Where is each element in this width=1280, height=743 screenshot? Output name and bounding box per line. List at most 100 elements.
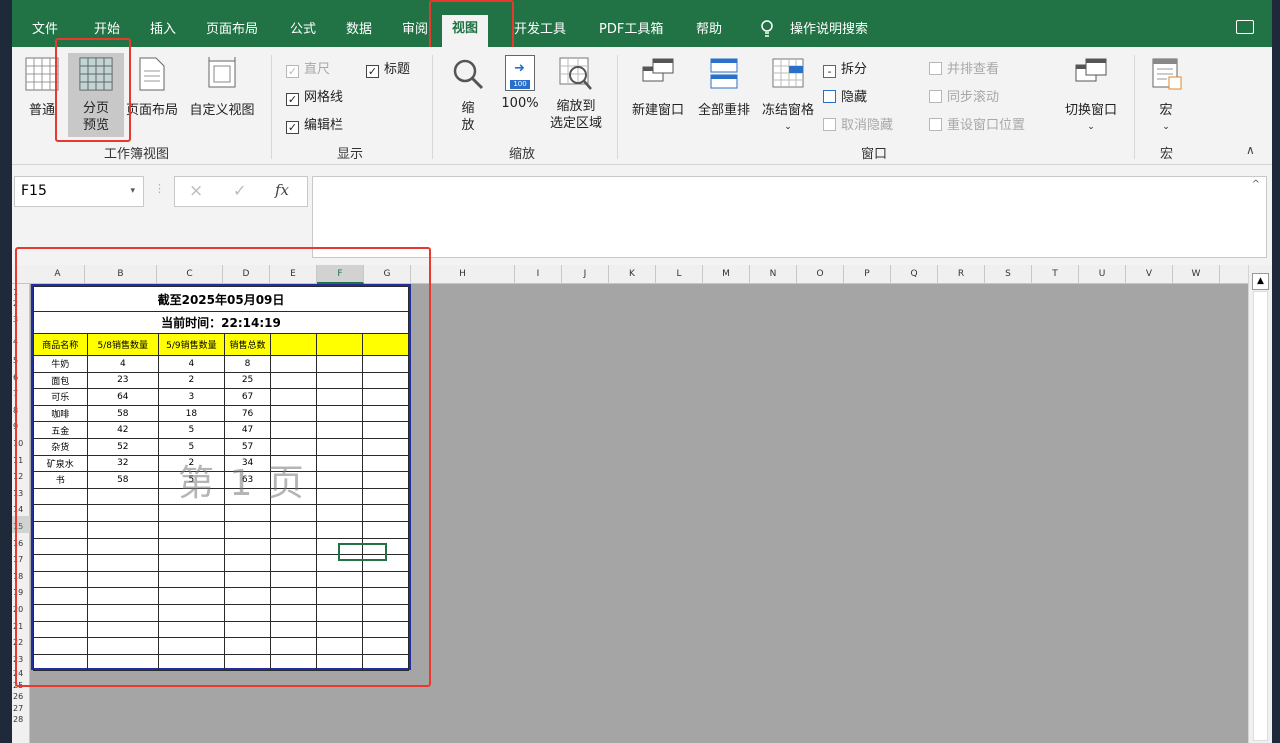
qty-5-8-cell[interactable]: 32 [86, 454, 160, 473]
tab-view[interactable]: 视图 [442, 15, 489, 47]
time-cell[interactable]: 当前时间：22:14:19 [33, 311, 409, 334]
cell[interactable] [33, 653, 88, 672]
cell[interactable] [223, 653, 272, 672]
total-cell[interactable]: 63 [223, 471, 272, 489]
cell[interactable] [316, 388, 364, 406]
cell[interactable] [86, 653, 160, 672]
cell[interactable] [270, 587, 318, 605]
active-cell-F15[interactable] [338, 543, 387, 561]
macros-button[interactable]: 宏 ⌄ [1144, 57, 1188, 136]
product-name-cell[interactable]: 杂货 [33, 437, 88, 456]
column-header-i[interactable]: I [515, 265, 562, 284]
qty-5-9-cell[interactable]: 2 [158, 454, 225, 473]
arrange-all-button[interactable]: 全部重排 [692, 57, 756, 119]
cell[interactable] [270, 603, 318, 622]
formula-input[interactable]: ^ [312, 176, 1267, 258]
cell[interactable] [86, 620, 160, 639]
row-header-6[interactable]: 6 [12, 367, 30, 384]
column-header-r[interactable]: R [938, 265, 985, 284]
column-header-o[interactable]: O [797, 265, 844, 284]
cell[interactable] [33, 603, 88, 622]
tab-pdf-tools[interactable]: PDF工具箱 [599, 20, 663, 40]
row-header-7[interactable]: 7 [12, 383, 30, 400]
cell[interactable] [316, 355, 364, 373]
cell[interactable] [362, 487, 409, 506]
column-header-s[interactable]: S [985, 265, 1032, 284]
row-header-28[interactable]: 28 [12, 711, 30, 723]
cell[interactable] [158, 570, 225, 589]
product-name-cell[interactable]: 可乐 [33, 388, 88, 406]
qty-5-8-cell[interactable]: 58 [86, 471, 160, 489]
qty-5-9-cell[interactable]: 2 [158, 371, 225, 390]
tab-data[interactable]: 数据 [346, 20, 372, 40]
normal-view-button[interactable]: 普通 [22, 57, 62, 119]
qty-5-9-cell[interactable]: 5 [158, 437, 225, 456]
cell[interactable] [158, 537, 225, 556]
cell[interactable] [362, 653, 409, 672]
title-cell[interactable]: 截至2025年05月09日 [33, 286, 409, 312]
tab-file[interactable]: 文件 [32, 20, 58, 40]
row-header-23[interactable]: 23 [12, 649, 30, 666]
header-cell[interactable] [270, 333, 318, 356]
product-name-cell[interactable]: 书 [33, 471, 88, 489]
cell[interactable] [33, 504, 88, 522]
cell[interactable] [86, 603, 160, 622]
cell[interactable] [270, 388, 318, 406]
column-header-f[interactable]: F [317, 265, 364, 284]
cell[interactable] [86, 537, 160, 556]
cell[interactable] [362, 371, 409, 390]
name-box[interactable]: F15 ▾ [14, 176, 144, 207]
cell[interactable] [223, 537, 272, 556]
qty-5-8-cell[interactable]: 23 [86, 371, 160, 390]
cell[interactable] [223, 520, 272, 539]
gridlines-checkbox[interactable]: ✓ 网格线 [286, 86, 343, 106]
cell[interactable] [362, 504, 409, 522]
tab-help[interactable]: 帮助 [696, 20, 722, 40]
header-cell[interactable]: 销售总数 [223, 333, 272, 356]
cell[interactable] [33, 554, 88, 572]
cell[interactable] [33, 520, 88, 539]
row-header-16[interactable]: 16 [12, 533, 30, 550]
tab-insert[interactable]: 插入 [150, 20, 176, 40]
cell[interactable] [362, 421, 409, 439]
cell[interactable] [316, 404, 364, 423]
cell[interactable] [270, 454, 318, 473]
cell[interactable] [362, 587, 409, 605]
qty-5-9-cell[interactable]: 18 [158, 404, 225, 423]
cell[interactable] [223, 603, 272, 622]
cell[interactable] [362, 454, 409, 473]
vertical-scrollbar[interactable]: ▲ [1248, 265, 1272, 743]
page-break-preview-button[interactable]: 分页 预览 [68, 53, 124, 137]
qty-5-8-cell[interactable]: 52 [86, 437, 160, 456]
tab-page-layout[interactable]: 页面布局 [206, 20, 258, 40]
product-name-cell[interactable]: 牛奶 [33, 355, 88, 373]
cell[interactable] [270, 437, 318, 456]
row-header-12[interactable]: 12 [12, 466, 30, 483]
collapse-ribbon-icon[interactable]: ∧ [1246, 143, 1255, 157]
column-header-g[interactable]: G [364, 265, 411, 284]
enter-icon[interactable]: ✓ [233, 181, 246, 200]
cell[interactable] [270, 421, 318, 439]
cancel-icon[interactable]: × [189, 181, 203, 201]
cell[interactable] [223, 587, 272, 605]
cell[interactable] [158, 620, 225, 639]
zoom-100-button[interactable]: ➜ 100 100% [496, 55, 544, 112]
cell[interactable] [316, 653, 364, 672]
cell[interactable] [270, 570, 318, 589]
cell[interactable] [223, 504, 272, 522]
total-cell[interactable]: 34 [223, 454, 272, 473]
split-button[interactable]: - 拆分 [823, 58, 867, 78]
row-header-19[interactable]: 19 [12, 582, 30, 599]
row-header-8[interactable]: 8 [12, 400, 30, 417]
cell[interactable] [316, 454, 364, 473]
cell[interactable] [316, 437, 364, 456]
column-header-b[interactable]: B [85, 265, 157, 284]
cell[interactable] [223, 554, 272, 572]
total-cell[interactable]: 67 [223, 388, 272, 406]
column-header-t[interactable]: T [1032, 265, 1079, 284]
cell[interactable] [316, 570, 364, 589]
column-header-l[interactable]: L [656, 265, 703, 284]
expand-formula-icon[interactable]: ^ [1252, 179, 1260, 190]
cell[interactable] [362, 570, 409, 589]
cell[interactable] [316, 587, 364, 605]
